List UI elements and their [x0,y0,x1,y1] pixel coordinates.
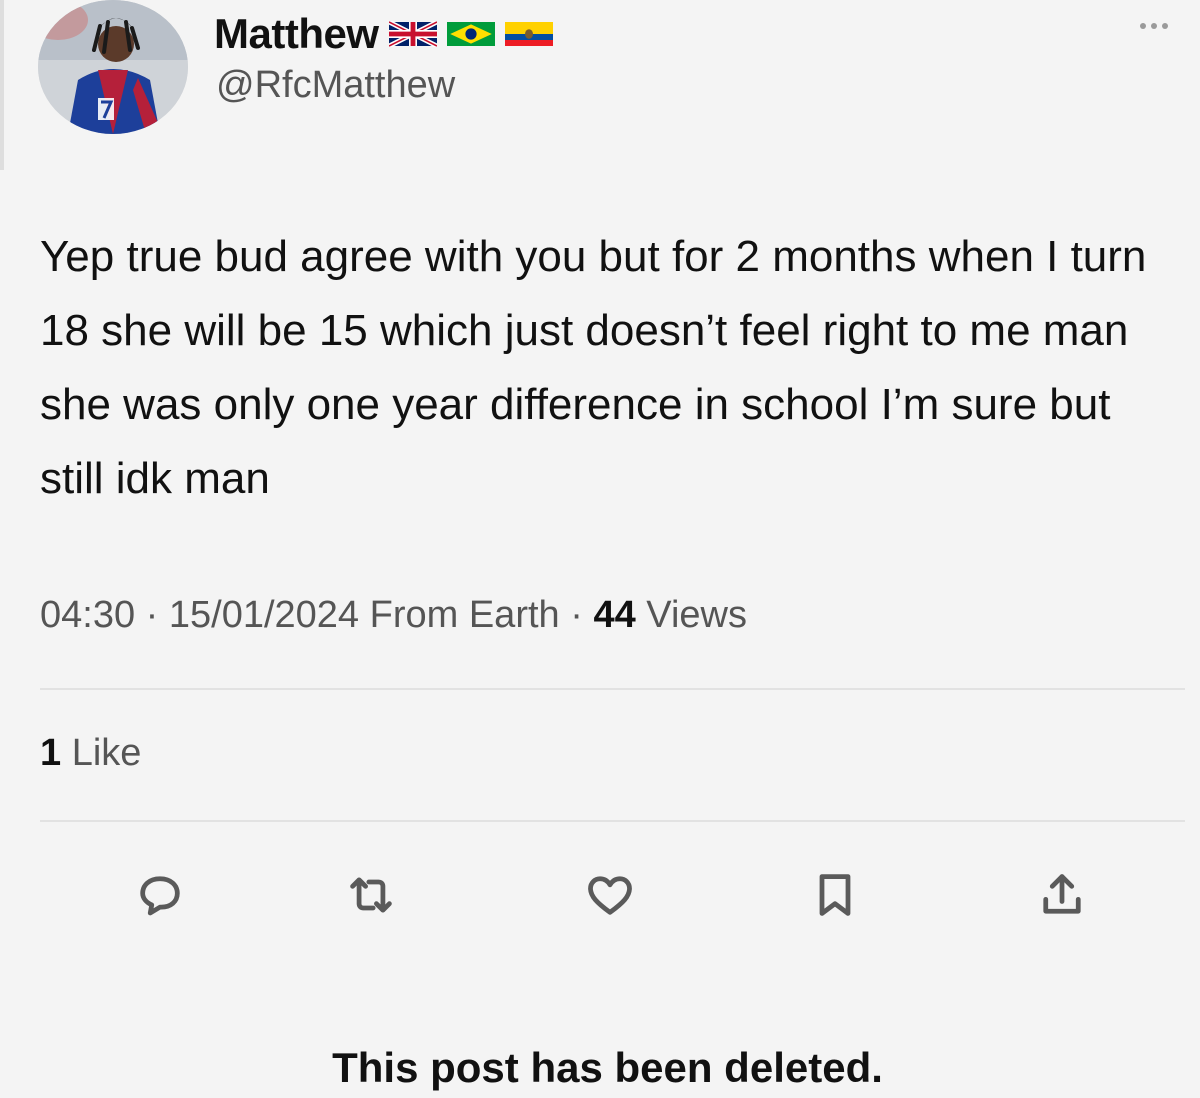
display-name[interactable]: Matthew [214,10,379,58]
retweet-button[interactable] [336,860,406,930]
dot-icon [1151,23,1157,29]
brazil-flag-icon [446,21,495,47]
dot-icon [1162,23,1168,29]
views-count[interactable]: 44 [593,594,635,636]
tweet-meta: 04:30 · 15/01/2024 From Earth · 44 Views [40,594,747,637]
dot-icon [1140,23,1146,29]
avatar-image [38,0,188,134]
more-options-button[interactable] [1132,14,1176,38]
divider [40,688,1185,690]
author-name-row: Matthew [214,8,553,60]
action-bar [0,860,1200,930]
likes-label: Like [71,732,142,774]
like-button[interactable] [575,860,645,930]
like-icon [588,876,632,915]
bookmark-icon [819,874,851,916]
views-label: Views [646,594,747,636]
share-button[interactable] [1027,860,1097,930]
tweet-source: From Earth [369,594,560,636]
deleted-notice: This post has been deleted. [332,1044,883,1091]
separator-dot: · [145,594,169,636]
tweet-date[interactable]: 15/01/2024 [169,594,359,636]
user-handle[interactable]: @RfcMatthew [216,64,455,107]
ecuador-flag-icon [504,21,553,47]
tweet-text: Yep true bud agree with you but for 2 mo… [40,232,1147,503]
likes-summary[interactable]: 1 Like [40,732,141,775]
retweet-icon [350,877,392,913]
reply-icon [140,876,180,916]
avatar[interactable] [38,0,188,134]
reply-button[interactable] [125,860,195,930]
share-icon [1043,874,1081,914]
separator-dot: · [570,594,594,636]
divider [40,820,1185,822]
uk-flag-icon [388,21,437,47]
bookmark-button[interactable] [800,860,870,930]
thread-line [0,0,4,170]
tweet-time[interactable]: 04:30 [40,594,135,636]
likes-count: 1 [40,732,62,774]
